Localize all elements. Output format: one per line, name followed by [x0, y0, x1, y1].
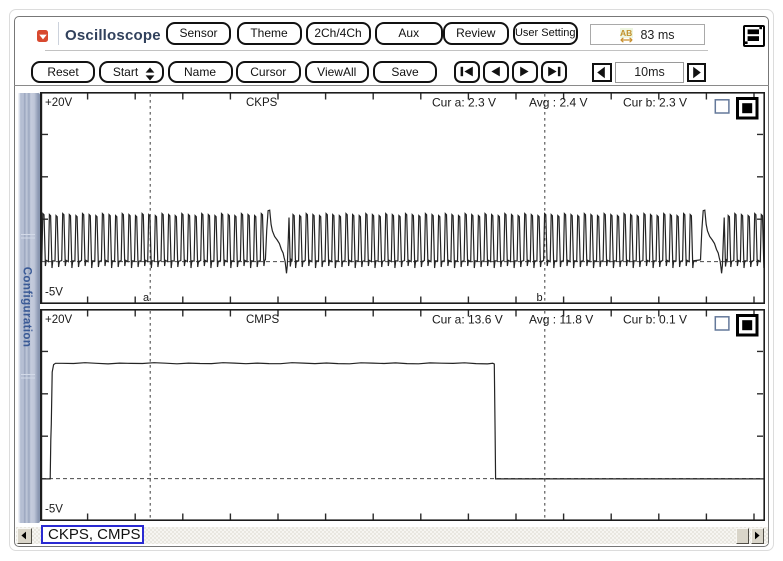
- svg-text:CKPS: CKPS: [246, 97, 278, 109]
- svg-text:Cur a: 2.3 V: Cur a: 2.3 V: [432, 95, 496, 109]
- svg-text:b: b: [537, 292, 543, 304]
- svg-text:CMPS: CMPS: [246, 314, 280, 326]
- svg-text:Cur b: 0.1 V: Cur b: 0.1 V: [623, 313, 687, 327]
- svg-text:Avg : 2.4 V: Avg : 2.4 V: [529, 95, 587, 109]
- svg-text:+20V: +20V: [45, 314, 73, 326]
- svg-text:AB: AB: [620, 28, 632, 38]
- svg-text:-5V: -5V: [45, 286, 63, 298]
- svg-text:-5V: -5V: [45, 504, 63, 516]
- svg-text:a: a: [143, 292, 150, 304]
- svg-text:+20V: +20V: [45, 97, 73, 109]
- svg-text:Cur a: 13.6 V: Cur a: 13.6 V: [432, 313, 503, 327]
- svg-text:Avg : 11.8 V: Avg : 11.8 V: [529, 313, 593, 327]
- svg-text:Cur b: 2.3 V: Cur b: 2.3 V: [623, 95, 687, 109]
